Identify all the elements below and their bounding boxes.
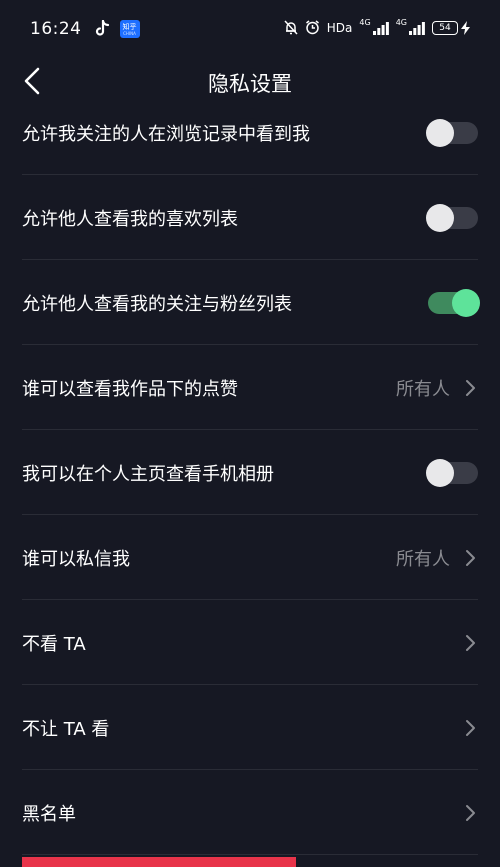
chevron-right-icon	[466, 549, 475, 566]
status-bar: 16:24 知乎 CHINA HDa 4G 4G 54	[0, 0, 500, 60]
toggle-knob	[426, 458, 454, 487]
settings-row[interactable]: 谁可以查看我作品下的点赞 所有人	[0, 345, 500, 430]
network-label-2: 4G	[395, 17, 407, 27]
settings-row[interactable]: 黑名单	[0, 770, 500, 855]
battery-indicator: 54	[432, 20, 458, 35]
toggle-knob	[426, 203, 454, 232]
chevron-right-icon	[466, 804, 475, 821]
settings-row[interactable]: 允许他人查看我的关注与粉丝列表	[0, 260, 500, 345]
settings-row-label: 不让 TA 看	[22, 718, 110, 740]
toggle-switch[interactable]	[426, 203, 478, 232]
toggle-switch[interactable]	[428, 288, 480, 317]
settings-row[interactable]: 我可以在个人主页查看手机相册	[0, 430, 500, 515]
chevron-right-icon	[466, 634, 475, 651]
toggle-switch[interactable]	[426, 118, 478, 147]
status-right: HDa 4G 4G 54	[277, 17, 470, 35]
zhihu-badge-text: 知乎	[122, 22, 137, 31]
settings-row-label: 黑名单	[22, 803, 76, 825]
highlight-bar	[22, 857, 296, 867]
zhihu-app-icon: 知乎 CHINA	[119, 20, 140, 38]
settings-row-label: 不看 TA	[22, 633, 86, 655]
settings-row[interactable]: 不让 TA 看	[0, 685, 500, 770]
signal-icon-2	[409, 21, 425, 35]
settings-row-label: 允许他人查看我的喜欢列表	[22, 208, 238, 230]
toggle-switch[interactable]	[426, 458, 478, 487]
status-left: 16:24 知乎 CHINA	[30, 19, 140, 39]
settings-row-label: 允许我关注的人在浏览记录中看到我	[22, 123, 310, 145]
settings-row-value: 所有人	[396, 548, 450, 570]
settings-row-value: 所有人	[396, 378, 450, 400]
status-time: 16:24	[30, 19, 82, 39]
settings-row-label: 允许他人查看我的关注与粉丝列表	[22, 293, 292, 315]
settings-row[interactable]: 允许他人查看我的喜欢列表	[0, 175, 500, 260]
row-divider	[22, 854, 478, 855]
settings-row-label: 谁可以私信我	[22, 548, 130, 570]
signal-icon	[372, 21, 389, 35]
network-label-1: 4G	[359, 17, 371, 27]
mute-bell-icon	[284, 20, 298, 35]
toggle-knob	[426, 118, 454, 147]
alarm-icon	[305, 20, 319, 35]
chevron-right-icon	[466, 379, 475, 396]
settings-row[interactable]: 允许我关注的人在浏览记录中看到我	[0, 90, 500, 175]
charging-icon	[461, 20, 470, 35]
tiktok-icon	[95, 20, 109, 36]
zhihu-badge-subtext: CHINA	[123, 30, 136, 36]
settings-row[interactable]: 不看 TA	[0, 600, 500, 685]
settings-row-label: 我可以在个人主页查看手机相册	[22, 463, 274, 485]
privacy-settings-screen: 16:24 知乎 CHINA HDa 4G 4G 54 隐私设置 允许我关注的人…	[0, 0, 500, 867]
battery-level: 54	[439, 22, 451, 33]
settings-row-label: 谁可以查看我作品下的点赞	[22, 378, 238, 400]
settings-row[interactable]: 谁可以私信我 所有人	[0, 515, 500, 600]
settings-list: 允许我关注的人在浏览记录中看到我 允许他人查看我的喜欢列表允许他人查看我的关注与粉…	[0, 90, 500, 855]
chevron-right-icon	[466, 719, 475, 736]
hd-label: HDa	[326, 20, 353, 35]
toggle-knob	[452, 288, 480, 317]
